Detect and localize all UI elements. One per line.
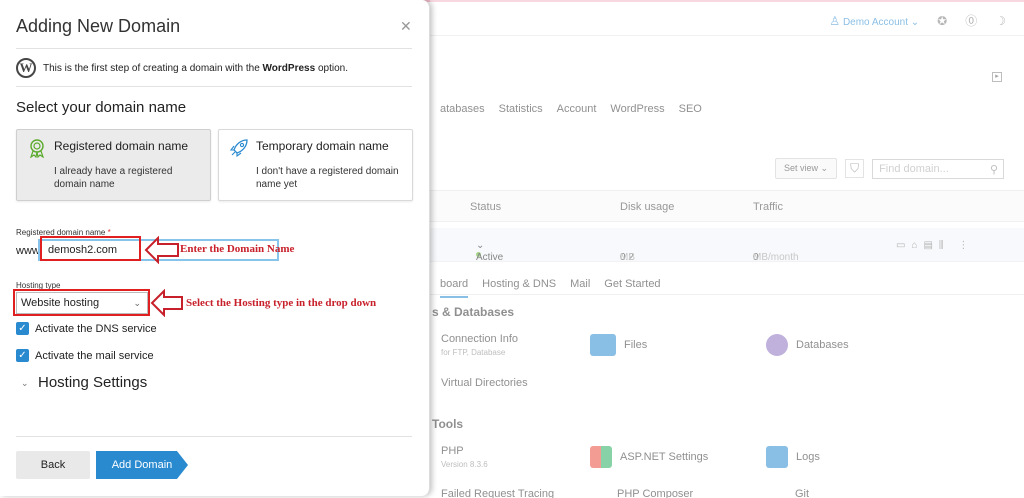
registered-domain-card[interactable]: Registered domain name I already have a … <box>16 129 211 201</box>
rocket-icon <box>229 139 248 158</box>
section-title: Select your domain name <box>16 99 187 116</box>
domain-highlight-box <box>40 236 141 261</box>
mail-checkbox[interactable]: ✓ <box>16 349 29 362</box>
chevron-down-icon[interactable]: ⌄ <box>21 378 29 389</box>
modal-overlay[interactable] <box>430 0 1024 498</box>
dialog-title: Adding New Domain <box>16 16 181 36</box>
arrow-left-icon <box>150 289 183 317</box>
wordpress-icon: W <box>16 58 36 78</box>
temporary-domain-card[interactable]: Temporary domain name I don't have a reg… <box>218 129 413 201</box>
dns-checkbox-label[interactable]: Activate the DNS service <box>35 323 157 335</box>
award-icon <box>30 139 44 158</box>
arrow-left-icon <box>144 236 179 264</box>
hosting-highlight-box <box>13 289 150 316</box>
info-text: This is the first step of creating a dom… <box>43 63 348 74</box>
mail-checkbox-label[interactable]: Activate the mail service <box>35 350 154 362</box>
back-button[interactable]: Back <box>16 451 90 479</box>
close-icon[interactable]: ✕ <box>400 18 412 35</box>
dns-checkbox[interactable]: ✓ <box>16 322 29 335</box>
annotation-domain: Enter the Domain Name <box>180 243 295 255</box>
hosting-settings-toggle[interactable]: Hosting Settings <box>38 374 147 391</box>
add-domain-button[interactable]: Add Domain <box>96 451 188 479</box>
annotation-hosting: Select the Hosting type in the drop down <box>186 297 377 309</box>
